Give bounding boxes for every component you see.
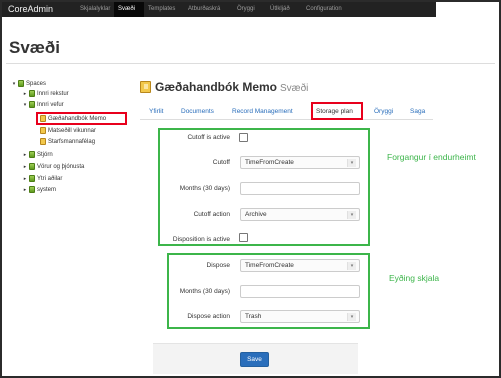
dispose-select-value: TimeFromCreate xyxy=(245,262,294,269)
nav-item-configuration[interactable]: Configuration xyxy=(306,6,342,12)
database-icon xyxy=(18,80,24,87)
tree-collapsed-icon[interactable]: ▸ xyxy=(22,152,28,158)
database-icon xyxy=(29,186,35,193)
dispose-section-note: Eyðing skjala xyxy=(389,273,440,283)
tree-item-label: Innri rekstur xyxy=(37,90,69,97)
chevron-down-icon: ▾ xyxy=(347,159,356,167)
document-subtitle: Svæði xyxy=(280,83,309,94)
tree-item-gaedahandbok-memo[interactable]: Gæðahandbók Memo xyxy=(33,114,106,123)
document-icon xyxy=(140,81,151,93)
nav-item-templates[interactable]: Templates xyxy=(148,6,175,12)
tree-item-label: Stjórn xyxy=(37,151,53,158)
dispose-action-label: Dispose action xyxy=(187,313,230,320)
cutoff-months-input[interactable] xyxy=(240,182,360,195)
document-title-text: Gæðahandbók Memo xyxy=(155,80,278,94)
tab-documents[interactable]: Documents xyxy=(181,108,214,115)
tree-item-ytri-adilar[interactable]: ▸ Ytri aðilar xyxy=(22,174,62,183)
tree-item-label: Innri vefur xyxy=(37,101,64,108)
dispose-action-select[interactable]: Trash ▾ xyxy=(240,310,360,323)
save-button[interactable]: Save xyxy=(240,352,269,367)
page-title: Svæði xyxy=(9,38,61,57)
disposition-active-checkbox[interactable] xyxy=(239,233,248,242)
tab-storage-plan[interactable]: Storage plan xyxy=(316,108,353,115)
dispose-label: Dispose xyxy=(206,262,230,269)
tree-item-label: Starfsmannafélag xyxy=(48,138,96,145)
tree-item-label: Vörur og þjónusta xyxy=(37,163,85,170)
tree-item-matsedill-vikunnar[interactable]: Matseðill vikunnar xyxy=(33,126,96,135)
tree-item-spaces[interactable]: ▾ Spaces xyxy=(11,79,46,88)
cutoff-active-label: Cutoff is active xyxy=(187,134,230,141)
chevron-down-icon: ▾ xyxy=(347,211,356,219)
tree-expanded-icon[interactable]: ▾ xyxy=(11,81,17,87)
tree-collapsed-icon[interactable]: ▸ xyxy=(22,176,28,182)
document-icon xyxy=(40,127,46,134)
document-icon xyxy=(40,138,46,145)
nav-item-utlkljad[interactable]: Útlkljáð xyxy=(270,6,290,12)
nav-item-atburdaskra[interactable]: Atburðaskrá xyxy=(188,6,220,12)
cutoff-active-checkbox[interactable] xyxy=(239,133,248,142)
dispose-months-input[interactable] xyxy=(240,285,360,298)
tree-item-innri-vefur[interactable]: ▾ Innri vefur xyxy=(22,100,64,109)
tabs-divider xyxy=(140,119,433,120)
database-icon xyxy=(29,163,35,170)
top-navbar: CoreAdmin Skjalalyklar Svæði Templates A… xyxy=(2,2,436,17)
cutoff-section-note: Forgangur í endurheimt xyxy=(387,152,476,162)
dispose-action-value: Trash xyxy=(245,313,262,320)
dispose-months-label: Months (30 days) xyxy=(179,288,230,295)
tree-collapsed-icon[interactable]: ▸ xyxy=(22,187,28,193)
tree-item-vorur-og-thjonusta[interactable]: ▸ Vörur og þjónusta xyxy=(22,162,84,171)
months-label: Months (30 days) xyxy=(179,185,230,192)
document-icon xyxy=(40,115,46,122)
nav-item-svaedi[interactable]: Svæði xyxy=(118,6,135,12)
tree-item-label: Matseðill vikunnar xyxy=(48,127,97,134)
tree-item-stjorn[interactable]: ▸ Stjórn xyxy=(22,150,53,159)
database-icon xyxy=(29,175,35,182)
tree-expanded-icon[interactable]: ▾ xyxy=(22,102,28,108)
tree-item-innri-rekstur[interactable]: ▸ Innri rekstur xyxy=(22,89,69,98)
cutoff-label: Cutoff xyxy=(212,159,230,166)
database-icon xyxy=(29,151,35,158)
document-title: Gæðahandbók Memo Svæði xyxy=(155,80,308,94)
tree-collapsed-icon[interactable]: ▸ xyxy=(22,164,28,170)
cutoff-select-value: TimeFromCreate xyxy=(245,159,294,166)
title-divider xyxy=(6,63,495,64)
tree-item-label: Spaces xyxy=(26,80,47,87)
nav-item-skjalalyklar[interactable]: Skjalalyklar xyxy=(80,6,110,12)
cutoff-select[interactable]: TimeFromCreate ▾ xyxy=(240,156,360,169)
database-icon xyxy=(29,90,35,97)
tree-item-system[interactable]: ▸ system xyxy=(22,185,56,194)
disposition-active-label: Disposition is active xyxy=(172,236,230,243)
cutoff-action-label: Cutoff action xyxy=(193,211,230,218)
cutoff-action-select[interactable]: Archive ▾ xyxy=(240,208,360,221)
tree-item-label: system xyxy=(37,186,57,193)
tab-oryggi[interactable]: Öryggi xyxy=(374,108,393,115)
tab-saga[interactable]: Saga xyxy=(410,108,425,115)
brand-logo[interactable]: CoreAdmin xyxy=(8,4,53,14)
chevron-down-icon: ▾ xyxy=(347,262,356,270)
tree-item-label: Ytri aðilar xyxy=(37,175,63,182)
tree-collapsed-icon[interactable]: ▸ xyxy=(22,91,28,97)
chevron-down-icon: ▾ xyxy=(347,313,356,321)
tree-item-label: Gæðahandbók Memo xyxy=(48,115,107,122)
database-icon xyxy=(29,101,35,108)
nav-item-oryggi[interactable]: Öryggi xyxy=(237,6,255,12)
tab-record-management[interactable]: Record Management xyxy=(232,108,293,115)
dispose-select[interactable]: TimeFromCreate ▾ xyxy=(240,259,360,272)
tab-yfirlit[interactable]: Yfirlit xyxy=(149,108,163,115)
tree-item-starfsmannafelag[interactable]: Starfsmannafélag xyxy=(33,137,95,146)
cutoff-action-value: Archive xyxy=(245,211,267,218)
